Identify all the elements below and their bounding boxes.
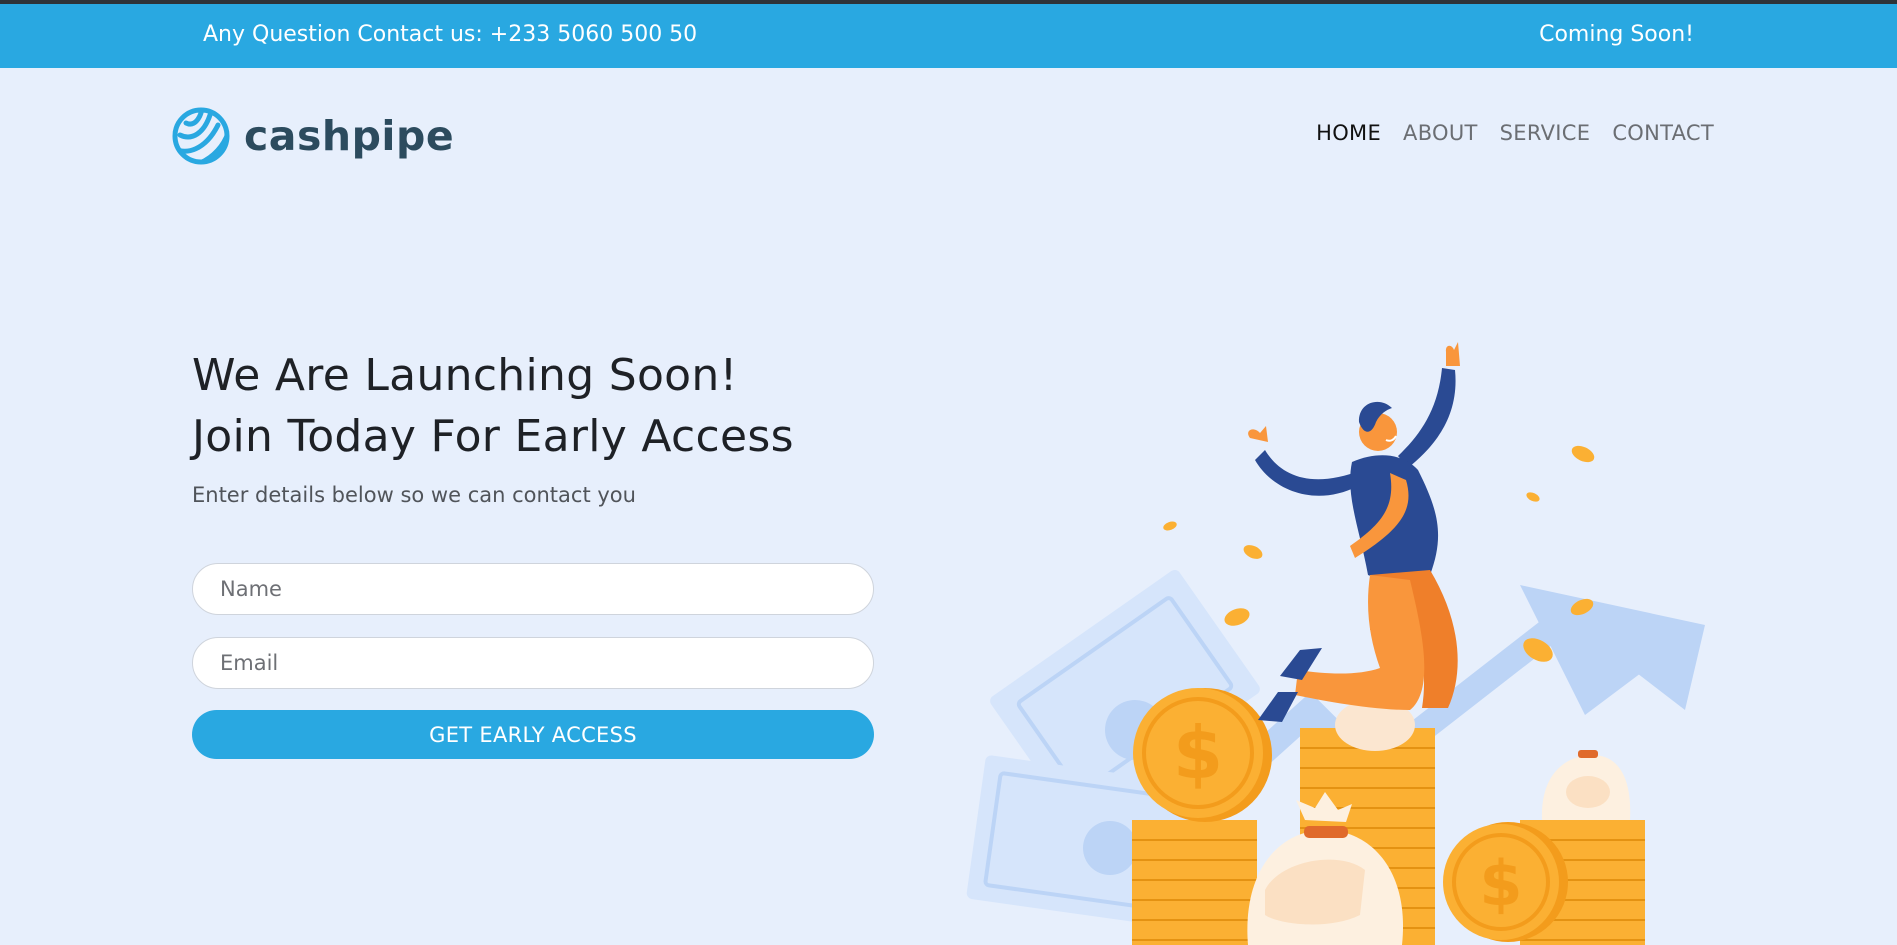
hero-title-line-1: We Are Launching Soon! [192,350,738,401]
dollar-coin-icon: $ [1443,822,1568,942]
hero-title: We Are Launching Soon! Join Today For Ea… [192,345,892,467]
contact-info-text: Any Question Contact us: +233 5060 500 5… [203,22,698,47]
hero-subtitle: Enter details below so we can contact yo… [192,483,636,507]
nav-item-home[interactable]: HOME [1316,121,1381,145]
jumping-man-figure [1248,342,1460,722]
money-bag-icon [1541,750,1631,820]
brand-name: cashpipe [244,112,455,160]
announcement-bar: Any Question Contact us: +233 5060 500 5… [0,4,1897,68]
brand-logo[interactable]: cashpipe [170,104,454,168]
celebrating-man-on-coin-stacks-illustration: $ $ [966,342,1705,945]
dollar-symbol: $ [1479,847,1522,920]
main-navigation: HOME ABOUT SERVICE CONTACT [1316,121,1714,145]
hero-title-line-2: Join Today For Early Access [192,411,794,462]
dollar-symbol: $ [1173,711,1223,795]
hero-section: We Are Launching Soon! Join Today For Ea… [192,345,892,507]
nav-item-contact[interactable]: CONTACT [1612,121,1714,145]
nav-item-service[interactable]: SERVICE [1500,121,1591,145]
name-input[interactable] [192,563,874,615]
email-input[interactable] [192,637,874,689]
get-early-access-button[interactable]: GET EARLY ACCESS [192,710,874,759]
coin-stack [1132,820,1257,945]
striped-globe-icon [172,107,230,165]
coming-soon-text: Coming Soon! [1539,22,1694,47]
nav-item-about[interactable]: ABOUT [1403,121,1478,145]
